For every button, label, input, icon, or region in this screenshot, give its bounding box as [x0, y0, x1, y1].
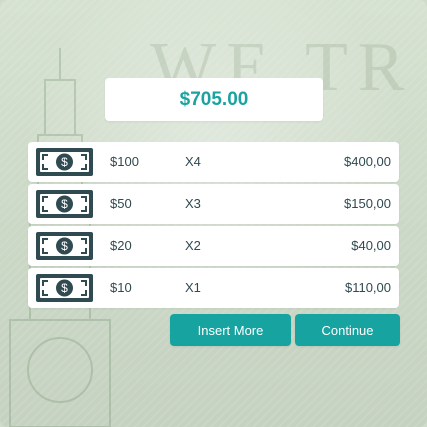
denomination: $10 [110, 280, 132, 295]
subtotal: $400,00 [344, 154, 391, 169]
banknote-icon: $ [36, 232, 93, 260]
list-item: $ $100 X4 $400,00 [28, 142, 399, 182]
banknote-icon: $ [36, 274, 93, 302]
quantity: X2 [185, 238, 201, 253]
banknote-icon: $ [36, 190, 93, 218]
list-item: $ $50 X3 $150,00 [28, 184, 399, 224]
list-item: $ $10 X1 $110,00 [28, 268, 399, 308]
quantity: X1 [185, 280, 201, 295]
bill-breakdown-list: $ $100 X4 $400,00 $ $50 X3 $150,00 $ $20… [28, 142, 399, 310]
quantity: X4 [185, 154, 201, 169]
insert-more-button[interactable]: Insert More [170, 314, 291, 346]
denomination: $20 [110, 238, 132, 253]
svg-text:$: $ [61, 155, 68, 169]
subtotal: $40,00 [351, 238, 391, 253]
subtotal: $110,00 [344, 280, 391, 295]
subtotal: $150,00 [344, 196, 391, 211]
continue-button[interactable]: Continue [295, 314, 400, 346]
svg-text:$: $ [61, 197, 68, 211]
denomination: $50 [110, 196, 132, 211]
svg-text:$: $ [61, 281, 68, 295]
svg-text:$: $ [61, 239, 68, 253]
list-item: $ $20 X2 $40,00 [28, 226, 399, 266]
banknote-icon: $ [36, 148, 93, 176]
quantity: X3 [185, 196, 201, 211]
denomination: $100 [110, 154, 139, 169]
total-amount-card: $705.00 [105, 78, 323, 121]
total-amount: $705.00 [179, 88, 249, 110]
